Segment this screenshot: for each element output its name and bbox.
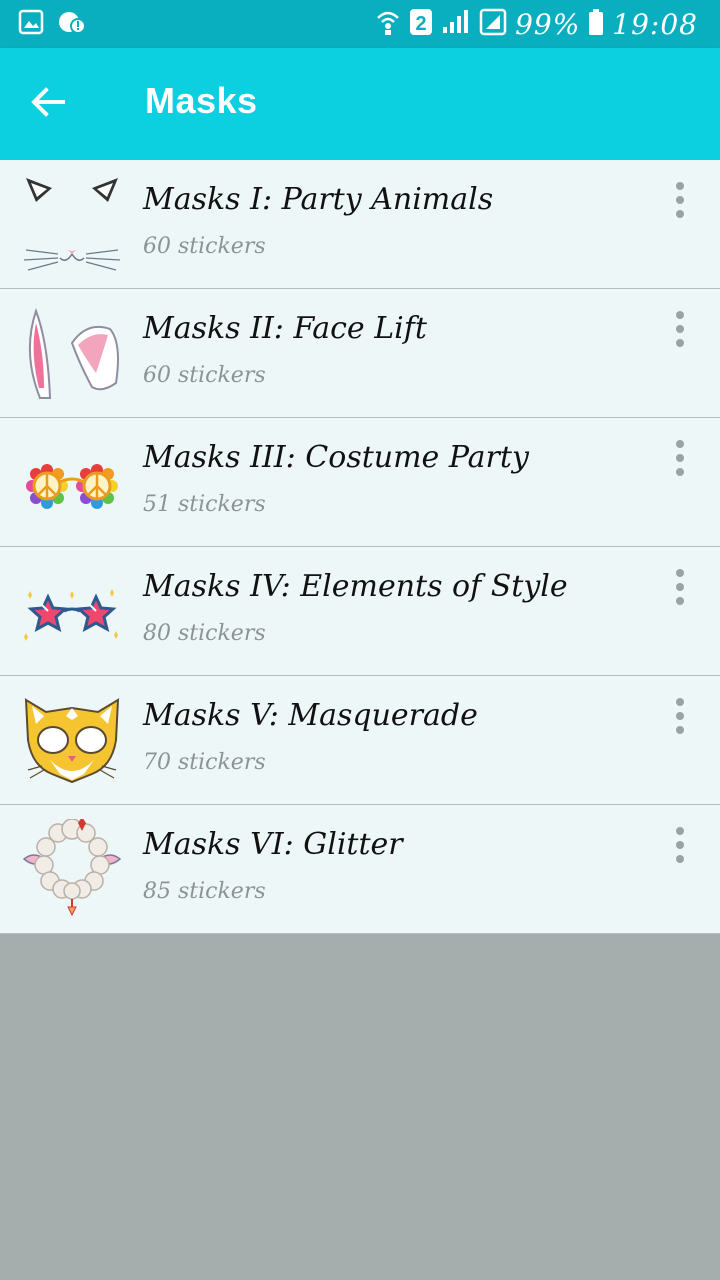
pack-title: Masks III: Costume Party <box>143 440 529 475</box>
clock: 19:08 <box>612 7 698 41</box>
sheep-mask-thumbnail <box>22 817 122 919</box>
sticker-pack-item[interactable]: Masks I: Party Animals 60 stickers <box>0 160 720 289</box>
more-vert-icon <box>676 698 684 706</box>
pack-title: Masks V: Masquerade <box>143 698 478 733</box>
app-bar: Masks <box>0 48 720 160</box>
sticker-pack-item[interactable]: Masks IV: Elements of Style 80 stickers <box>0 547 720 676</box>
no-signal-sim-icon <box>479 8 507 41</box>
gallery-notification-icon <box>18 9 44 40</box>
svg-text:2: 2 <box>416 13 427 35</box>
sticker-pack-item[interactable]: Masks V: Masquerade 70 stickers <box>0 676 720 805</box>
arrow-left-icon <box>31 86 65 122</box>
pack-sticker-count: 60 stickers <box>143 234 266 259</box>
more-options-button[interactable] <box>660 565 700 609</box>
pack-title: Masks I: Party Animals <box>143 182 494 217</box>
pack-title: Masks VI: Glitter <box>143 827 403 862</box>
status-bar: 2 99% 19:08 <box>0 0 720 48</box>
pack-title: Masks II: Face Lift <box>143 311 427 346</box>
bunny-ears-thumbnail <box>22 303 122 403</box>
sticker-pack-list: Masks I: Party Animals 60 stickers Masks… <box>0 160 720 934</box>
more-options-button[interactable] <box>660 694 700 738</box>
star-glasses-thumbnail <box>22 561 122 661</box>
app-alert-icon <box>58 9 86 40</box>
more-options-button[interactable] <box>660 178 700 222</box>
pack-sticker-count: 51 stickers <box>143 492 266 517</box>
pack-sticker-count: 85 stickers <box>143 879 266 904</box>
cat-ears-thumbnail <box>22 174 122 274</box>
wifi-calling-icon <box>375 8 401 41</box>
more-options-button[interactable] <box>660 436 700 480</box>
pack-sticker-count: 80 stickers <box>143 621 266 646</box>
back-button[interactable] <box>20 78 76 130</box>
more-vert-icon <box>676 827 684 835</box>
sticker-pack-item[interactable]: Masks VI: Glitter 85 stickers <box>0 805 720 934</box>
sticker-pack-item[interactable]: Masks III: Costume Party 51 stickers <box>0 418 720 547</box>
peace-glasses-thumbnail <box>22 432 122 532</box>
pack-title: Masks IV: Elements of Style <box>143 569 568 604</box>
battery-percent: 99% <box>515 7 581 41</box>
sim-slot-icon: 2 <box>409 8 433 41</box>
more-vert-icon <box>676 311 684 319</box>
cat-mask-thumbnail <box>22 690 122 790</box>
signal-strength-icon <box>441 9 471 40</box>
more-vert-icon <box>676 569 684 577</box>
more-options-button[interactable] <box>660 307 700 351</box>
page-title: Masks <box>145 80 258 121</box>
battery-icon <box>588 8 604 41</box>
pack-sticker-count: 60 stickers <box>143 363 266 388</box>
more-vert-icon <box>676 440 684 448</box>
more-vert-icon <box>676 182 684 190</box>
pack-sticker-count: 70 stickers <box>143 750 266 775</box>
more-options-button[interactable] <box>660 823 700 867</box>
sticker-pack-item[interactable]: Masks II: Face Lift 60 stickers <box>0 289 720 418</box>
